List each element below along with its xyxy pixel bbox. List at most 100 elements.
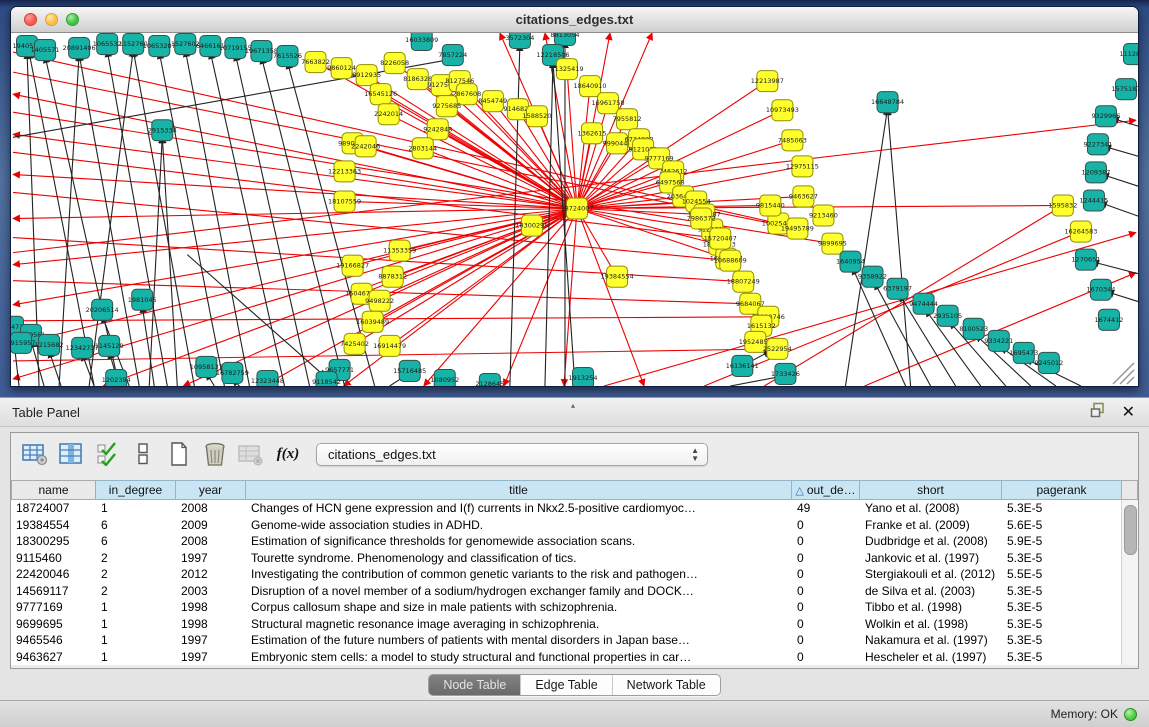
graph-node[interactable]: 1405571	[31, 40, 60, 61]
column-header-name[interactable]: name	[11, 480, 96, 500]
graph-node[interactable]: 1112804	[1120, 44, 1138, 65]
column-header-year[interactable]: year	[176, 480, 246, 500]
column-header-out_de[interactable]: △out_de…	[792, 480, 860, 500]
graph-node[interactable]: 9329966	[1091, 106, 1120, 127]
tab-network-table[interactable]: Network Table	[612, 675, 720, 695]
tab-edge-table[interactable]: Edge Table	[520, 675, 611, 695]
graph-node[interactable]: 1215682	[35, 334, 64, 355]
graph-node[interactable]: 1913254	[569, 367, 598, 386]
graph-node[interactable]: 7955812	[613, 109, 642, 130]
table-selector-dropdown[interactable]: citations_edges.txt ▲▼	[316, 443, 708, 466]
graph-node[interactable]: 2242014	[374, 104, 403, 125]
graph-node[interactable]: 9275685	[432, 96, 461, 117]
graph-node[interactable]: 9227341	[1083, 134, 1112, 155]
table-type-segmented-control[interactable]: Node TableEdge TableNetwork Table	[428, 674, 720, 696]
graph-node[interactable]: 16039489	[356, 311, 389, 332]
graph-node[interactable]: 9242848	[423, 119, 452, 140]
graph-node[interactable]: 16136141	[726, 355, 759, 376]
graph-node[interactable]: 9213460	[809, 205, 838, 226]
table-row[interactable]: 1872400712008Changes of HCN gene express…	[11, 500, 1122, 517]
table-header-row[interactable]: namein_degreeyeartitle△out_de…shortpager…	[11, 480, 1138, 500]
graph-node[interactable]: 9498222	[365, 290, 394, 311]
graph-node[interactable]: 1595832	[1048, 195, 1077, 216]
graph-node[interactable]: 1080952	[430, 369, 459, 386]
column-header-title[interactable]: title	[246, 480, 792, 500]
graph-node[interactable]: 9463627	[789, 186, 818, 207]
graph-node[interactable]: 18807249	[727, 271, 760, 292]
graph-node[interactable]: 11353359	[383, 240, 416, 261]
tab-node-table[interactable]: Node Table	[429, 675, 520, 695]
network-view-window[interactable]: citations_edges.txt 19405571405571208914…	[10, 6, 1139, 387]
column-settings-button[interactable]	[57, 442, 84, 467]
select-rows-button[interactable]	[93, 442, 120, 467]
table-row[interactable]: 1456911722003Disruption of a novel membe…	[11, 583, 1122, 600]
function-builder-button[interactable]: f(x)	[273, 446, 303, 463]
graph-node[interactable]: 1270651	[1071, 249, 1100, 270]
graph-node[interactable]: 1575187	[1112, 79, 1138, 100]
graph-node[interactable]: 2935105	[933, 305, 962, 326]
column-header-in_degree[interactable]: in_degree	[96, 480, 176, 500]
graph-node[interactable]: 7425402	[340, 333, 369, 354]
graph-node[interactable]: 7485063	[778, 130, 807, 151]
graph-node[interactable]: 2803144	[408, 138, 437, 159]
table-row[interactable]: 946554611997Estimation of the future num…	[11, 632, 1122, 649]
table-row[interactable]: 969969511998Structural magnetic resonanc…	[11, 616, 1122, 633]
scrollbar-thumb[interactable]	[1124, 505, 1137, 555]
table-settings-button[interactable]	[21, 442, 48, 467]
graph-node[interactable]: 7857224	[438, 45, 467, 66]
graph-node[interactable]: 2522954	[763, 338, 792, 359]
new-document-button[interactable]	[165, 442, 192, 467]
graph-node[interactable]: 8813054	[551, 33, 580, 46]
float-panel-icon[interactable]	[1090, 402, 1106, 423]
graph-node[interactable]: 16914479	[373, 335, 406, 356]
graph-node[interactable]: 20206514	[86, 299, 119, 320]
column-header-short[interactable]: short	[860, 480, 1002, 500]
splitter-grip-icon[interactable]: ▴	[571, 401, 575, 410]
graph-node[interactable]: 1209387	[1081, 162, 1110, 183]
graph-node[interactable]: 2242046	[351, 136, 380, 157]
table-row[interactable]: 2242004622012Investigating the contribut…	[11, 566, 1122, 583]
table-row[interactable]: 911546021997Tourette syndrome. Phenomeno…	[11, 550, 1122, 567]
graph-node[interactable]: 16648784	[871, 92, 904, 113]
graph-node[interactable]: 16033809	[405, 33, 438, 51]
graph-node[interactable]: 9815440	[756, 195, 785, 216]
graph-node[interactable]: 1145129	[95, 335, 124, 356]
graph-node[interactable]: 1640954	[836, 251, 865, 272]
table-row[interactable]: 946362711997Embryonic stem cells: a mode…	[11, 649, 1122, 666]
graph-node[interactable]: 15716485	[393, 360, 426, 381]
graph-node[interactable]: 20891406	[63, 38, 96, 59]
graph-node[interactable]: 7663822	[301, 52, 330, 73]
table-row[interactable]: 1938455462009Genome-wide association stu…	[11, 517, 1122, 534]
graph-node[interactable]: 1244415	[1079, 190, 1108, 211]
close-panel-icon[interactable]: ✕	[1122, 405, 1135, 421]
graph-node[interactable]: 2915334	[148, 120, 177, 141]
graph-node[interactable]: 2128645	[475, 373, 504, 386]
table-row[interactable]: 977716911998Corpus callosum shape and si…	[11, 599, 1122, 616]
graph-node[interactable]: 12975115	[786, 156, 819, 177]
graph-node[interactable]: 8878312	[378, 266, 407, 287]
graph-node[interactable]: 1733426	[771, 363, 800, 384]
graph-node[interactable]: 3915957	[11, 332, 35, 353]
graph-node[interactable]: 6379197	[883, 278, 912, 299]
window-titlebar[interactable]: citations_edges.txt	[11, 7, 1138, 33]
graph-node[interactable]: 9899695	[818, 233, 847, 254]
cells-button[interactable]	[129, 442, 156, 467]
table-row[interactable]: 1830029562008Estimation of significance …	[11, 533, 1122, 550]
graph-node[interactable]: 1065532	[93, 34, 122, 55]
graph-node[interactable]: 9245012	[1034, 352, 1063, 373]
graph-node[interactable]: 7986372	[687, 208, 716, 229]
graph-node[interactable]: 1202394	[102, 369, 131, 386]
graph-node[interactable]: 1588520	[522, 106, 551, 127]
graph-node[interactable]: 8226058	[380, 53, 409, 74]
graph-node[interactable]: 3572304	[505, 33, 534, 49]
graph-node[interactable]: 1670344	[1086, 279, 1115, 300]
graph-node[interactable]: 16264583	[1064, 221, 1097, 242]
graph-node[interactable]: 7615526	[273, 46, 302, 67]
graph-node[interactable]: 9118542	[312, 371, 341, 386]
table-panel-titlebar[interactable]: ▴ Table Panel ✕	[0, 397, 1149, 427]
graph-node[interactable]: 8912935	[352, 65, 381, 86]
graph-node[interactable]: 1981045	[128, 289, 157, 310]
network-canvas[interactable]: 1940557140557120891406106553211527601065…	[11, 33, 1138, 386]
graph-node[interactable]: 12323448	[251, 370, 284, 386]
graph-node[interactable]: 10973493	[766, 100, 799, 121]
